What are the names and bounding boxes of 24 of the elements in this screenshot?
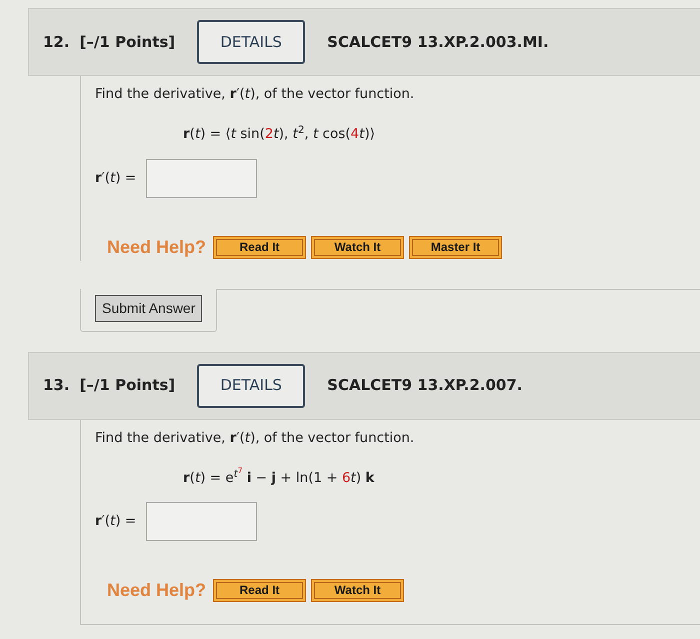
answer-label: r′(t) =	[95, 512, 136, 532]
points-label: [–/1 Points]	[80, 375, 176, 396]
answer-field[interactable]	[146, 158, 258, 198]
details-button[interactable]: DETAILS	[197, 364, 306, 408]
help-button[interactable]: Watch It	[311, 579, 404, 602]
answer-label: r′(t) =	[95, 168, 136, 188]
details-button[interactable]: DETAILS	[197, 20, 306, 64]
points-label: [–/1 Points]	[80, 32, 176, 53]
question-number: 12.	[43, 32, 70, 53]
question-text: Find the derivative, r′(t), of the vector function.	[95, 428, 416, 448]
question-text: Find the derivative, r′(t), of the vector function.	[95, 85, 416, 104]
answer-field[interactable]	[146, 502, 258, 541]
need-help-label: Need Help?	[107, 579, 206, 602]
problem-code: SCALCET9 13.XP.2.007.	[327, 375, 523, 396]
help-button[interactable]: Read It	[213, 579, 306, 602]
submit-answer-button[interactable]: Submit Answer	[95, 294, 202, 322]
vector-function-equation: r(t) = ⟨t sin(2t), t$^{2}$, t cos(4t)⟩	[182, 124, 376, 144]
help-button[interactable]: Master It	[409, 236, 502, 258]
help-button[interactable]: Read It	[213, 236, 306, 258]
question-number: 13.	[43, 375, 70, 396]
problem-code: SCALCET9 13.XP.2.003.MI.	[327, 32, 549, 53]
help-button[interactable]: Watch It	[311, 236, 404, 258]
need-help-label: Need Help?	[107, 236, 206, 259]
vector-function-equation: r(t) = e$^{t}$$^{7}$ i − j + ln(1 + 6t) k	[182, 468, 376, 488]
